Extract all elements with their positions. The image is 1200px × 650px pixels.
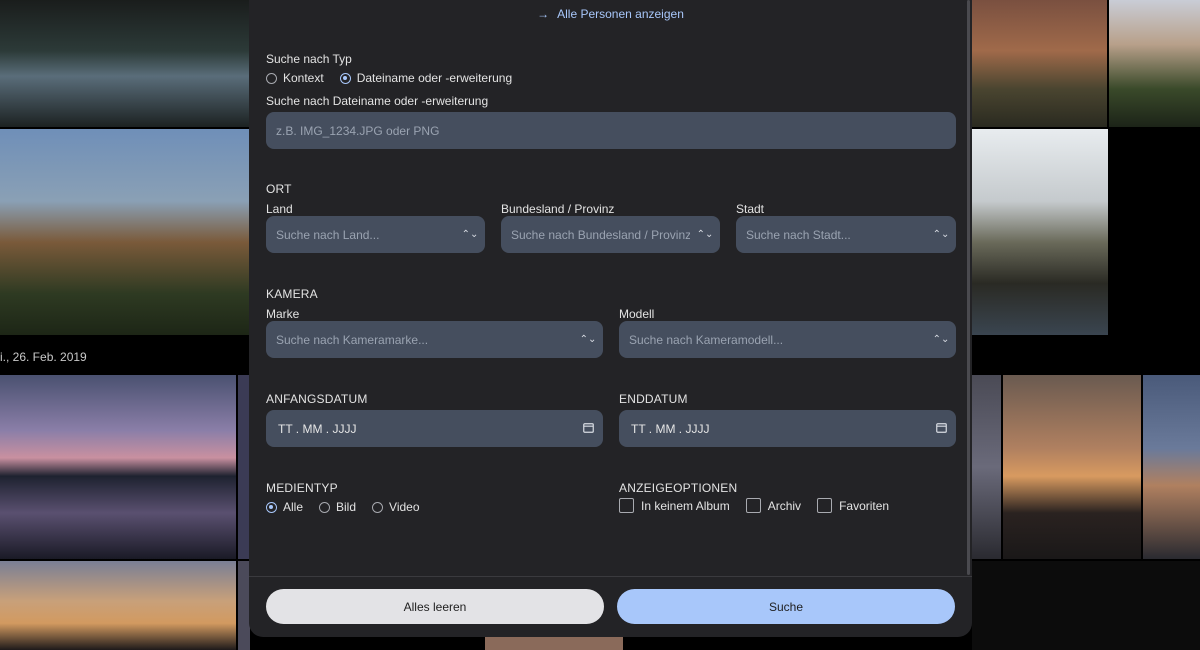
photo-thumbnail[interactable]	[1143, 375, 1200, 559]
radio-video[interactable]: Video	[372, 500, 420, 514]
country-label: Land	[266, 202, 293, 216]
photo-thumbnail[interactable]	[1003, 375, 1141, 559]
radio-all-label: Alle	[283, 500, 304, 514]
country-select[interactable]: Suche nach Land... ⌃⌄	[266, 216, 485, 253]
checkbox-not-in-album[interactable]: In keinem Album	[619, 498, 730, 513]
checkbox-favorites-label: Favoriten	[839, 498, 890, 513]
checkbox-not-in-album-label: In keinem Album	[641, 498, 730, 513]
search-type-title: Suche nach Typ	[266, 52, 352, 66]
state-placeholder: Suche nach Bundesland / Provinz	[511, 227, 690, 242]
photo-thumbnail[interactable]	[0, 0, 249, 127]
camera-section-title: KAMERA	[266, 287, 318, 301]
photo-thumbnail[interactable]	[485, 637, 623, 650]
radio-all[interactable]: Alle	[266, 500, 303, 514]
show-all-people-link[interactable]: → Alle Personen anzeigen	[249, 7, 972, 21]
end-date-input[interactable]: TT . MM . JJJJ	[619, 410, 956, 447]
camera-make-select[interactable]: Suche nach Kameramarke... ⌃⌄	[266, 321, 603, 358]
radio-filename[interactable]: Dateiname oder -erweiterung	[339, 71, 513, 85]
city-select[interactable]: Suche nach Stadt... ⌃⌄	[736, 216, 956, 253]
calendar-icon[interactable]	[573, 422, 603, 436]
media-type-radio-group: Alle Bild Video	[266, 500, 436, 514]
checkbox-icon	[817, 498, 833, 513]
chevron-updown-icon: ⌃⌄	[579, 334, 597, 345]
arrow-right-icon: →	[537, 7, 550, 21]
camera-model-label: Modell	[619, 307, 655, 321]
display-options-group: In keinem Album Archiv Favoriten	[619, 498, 905, 513]
checkbox-archive[interactable]: Archiv	[745, 498, 802, 513]
radio-selected-icon	[266, 501, 277, 513]
date-group-label: i., 26. Feb. 2019	[0, 350, 87, 364]
radio-image[interactable]: Bild	[319, 500, 356, 514]
camera-make-placeholder: Suche nach Kameramarke...	[276, 332, 429, 347]
start-date-title: ANFANGSDATUM	[266, 392, 368, 406]
location-section-title: ORT	[266, 182, 292, 196]
divider	[249, 576, 972, 577]
checkbox-icon	[619, 498, 634, 513]
camera-make-label: Marke	[266, 307, 300, 321]
photo-thumbnail[interactable]	[0, 129, 249, 335]
radio-selected-icon	[339, 72, 351, 84]
state-select[interactable]: Suche nach Bundesland / Provinz ⌃⌄	[501, 216, 720, 253]
checkbox-icon	[745, 498, 761, 513]
filename-placeholder: z.B. IMG_1234.JPG oder PNG	[276, 123, 440, 138]
chevron-updown-icon: ⌃⌄	[932, 334, 950, 345]
filename-label: Suche nach Dateiname oder -erweiterung	[266, 94, 489, 108]
search-type-radio-group: Kontext Dateiname oder -erweiterung	[266, 71, 528, 85]
photo-thumbnail[interactable]	[1109, 0, 1200, 127]
start-date-input[interactable]: TT . MM . JJJJ	[266, 410, 603, 447]
radio-video-label: Video	[389, 500, 420, 514]
city-label: Stadt	[736, 202, 765, 216]
radio-context[interactable]: Kontext	[266, 71, 324, 85]
radio-image-label: Bild	[336, 500, 357, 514]
radio-context-label: Kontext	[283, 71, 324, 85]
start-date-placeholder: TT . MM . JJJJ	[278, 421, 357, 436]
city-placeholder: Suche nach Stadt...	[746, 227, 851, 242]
media-type-title: MEDIENTYP	[266, 481, 338, 495]
radio-icon	[266, 72, 277, 84]
photo-thumbnail[interactable]	[972, 0, 1107, 127]
checkbox-archive-label: Archiv	[767, 498, 802, 513]
scrollbar[interactable]	[967, 0, 970, 575]
radio-icon	[372, 501, 384, 513]
checkbox-favorites[interactable]: Favoriten	[817, 498, 889, 513]
photo-thumbnail[interactable]	[972, 561, 1200, 650]
end-date-placeholder: TT . MM . JJJJ	[631, 421, 710, 436]
camera-model-placeholder: Suche nach Kameramodell...	[629, 332, 784, 347]
photo-thumbnail[interactable]	[0, 561, 236, 650]
photo-thumbnail[interactable]	[0, 375, 236, 559]
calendar-icon[interactable]	[926, 422, 956, 436]
filename-input[interactable]: z.B. IMG_1234.JPG oder PNG	[266, 112, 956, 149]
chevron-updown-icon: ⌃⌄	[696, 229, 714, 240]
radio-icon	[319, 501, 331, 513]
photo-thumbnail[interactable]	[972, 129, 1108, 335]
photo-thumbnail[interactable]	[972, 375, 1001, 559]
state-label: Bundesland / Provinz	[501, 202, 615, 216]
chevron-updown-icon: ⌃⌄	[932, 229, 950, 240]
end-date-title: ENDDATUM	[619, 392, 688, 406]
search-filter-dialog: → Alle Personen anzeigen Suche nach Typ K…	[249, 0, 972, 637]
search-button[interactable]: Suche	[617, 589, 955, 624]
radio-filename-label: Dateiname oder -erweiterung	[356, 71, 513, 85]
display-options-title: ANZEIGEOPTIONEN	[619, 481, 738, 495]
show-all-people-label: Alle Personen anzeigen	[557, 7, 684, 21]
chevron-updown-icon: ⌃⌄	[461, 229, 479, 240]
country-placeholder: Suche nach Land...	[276, 227, 380, 242]
camera-model-select[interactable]: Suche nach Kameramodell... ⌃⌄	[619, 321, 956, 358]
clear-all-button[interactable]: Alles leeren	[266, 589, 604, 624]
